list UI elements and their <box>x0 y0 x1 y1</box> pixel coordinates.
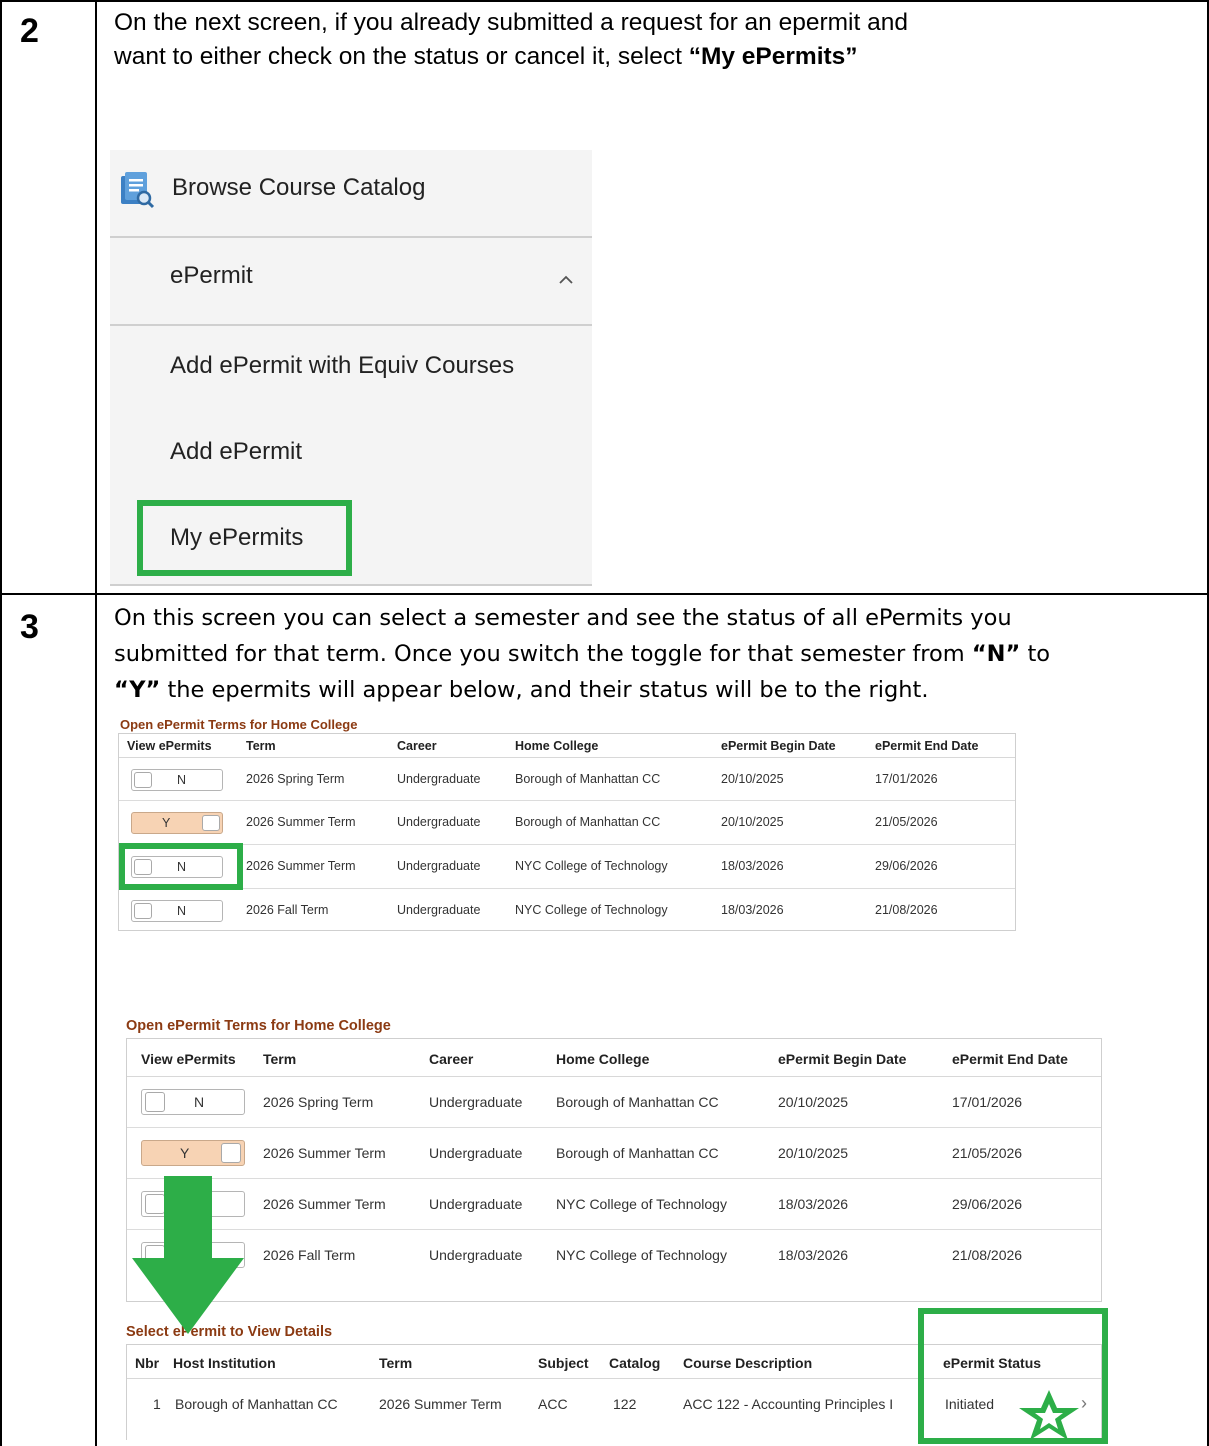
col-subject: Subject <box>538 1355 589 1371</box>
col-home-college: Home College <box>515 739 599 753</box>
col-catalog: Catalog <box>609 1355 661 1371</box>
add-epermit-link[interactable]: Add ePermit <box>170 438 302 466</box>
view-epermits-toggle[interactable]: Y <box>131 812 223 834</box>
col-term: Term <box>379 1355 413 1371</box>
toggle-knob <box>221 1143 241 1163</box>
epermit-section-header[interactable]: ePermit <box>170 262 253 290</box>
my-epermits-emphasis: “My ePermits” <box>688 43 858 70</box>
step-number: 2 <box>20 12 39 50</box>
step-3-line-2: submitted for that term. Once you switch… <box>114 641 1051 667</box>
col-nbr: Nbr <box>135 1355 160 1371</box>
table-row[interactable]: 2026 Summer Term Undergraduate NYC Colle… <box>127 1179 1101 1230</box>
terms-table-title: Open ePermit Terms for Home College <box>120 717 358 732</box>
col-career: Career <box>397 739 437 753</box>
col-course-description: Course Description <box>683 1355 813 1371</box>
step-3-instructions: On this screen you can select a semester… <box>114 600 1204 708</box>
table-row[interactable]: N 2026 Spring Term Undergraduate Borough… <box>119 758 1015 801</box>
view-epermits-toggle[interactable]: N <box>131 900 223 922</box>
terms-table-title: Open ePermit Terms for Home College <box>126 1018 391 1034</box>
table-row[interactable]: Y 2026 Summer Term Undergraduate Borough… <box>119 801 1015 845</box>
down-arrow-icon <box>132 1176 244 1334</box>
view-epermits-toggle[interactable]: Y <box>141 1140 245 1166</box>
terms-table-screenshot-a: Open ePermit Terms for Home College View… <box>118 717 1018 932</box>
star-icon <box>1019 1390 1079 1440</box>
col-term: Term <box>263 1051 297 1067</box>
table-row[interactable]: Y 2026 Summer Term Undergraduate Borough… <box>127 1128 1101 1179</box>
view-epermits-toggle[interactable]: N <box>131 769 223 791</box>
table-border-left <box>0 0 2 1446</box>
toggle-knob <box>145 1092 165 1112</box>
column-divider <box>95 0 97 1446</box>
col-view-epermits: View ePermits <box>141 1051 236 1067</box>
browse-course-catalog-link[interactable]: Browse Course Catalog <box>172 174 425 202</box>
step-2-instructions: On the next screen, if you already submi… <box>114 6 1194 74</box>
table-row[interactable]: 2026 Fall Term Undergraduate NYC College… <box>127 1230 1101 1281</box>
terms-table: View ePermits Term Career Home College e… <box>126 1038 1102 1302</box>
terms-table-header: View ePermits Term Career Home College e… <box>127 1039 1101 1077</box>
toggle-knob <box>134 903 152 919</box>
table-row[interactable]: N 2026 Spring Term Undergraduate Borough… <box>127 1077 1101 1128</box>
terms-table: View ePermits Term Career Home College e… <box>118 733 1016 931</box>
col-home-college: Home College <box>556 1051 650 1067</box>
catalog-icon <box>121 172 155 209</box>
step-2-line-2: want to either check on the status or ca… <box>114 43 858 70</box>
view-epermits-toggle[interactable]: N <box>141 1089 245 1115</box>
col-begin-date: ePermit Begin Date <box>778 1051 907 1067</box>
terms-table-header: View ePermits Term Career Home College e… <box>119 734 1015 758</box>
step-number: 3 <box>20 608 39 646</box>
nav-divider <box>110 584 592 586</box>
table-row[interactable]: N 2026 Fall Term Undergraduate NYC Colle… <box>119 889 1015 931</box>
row-divider <box>0 593 1209 595</box>
col-begin-date: ePermit Begin Date <box>721 739 836 753</box>
col-host-institution: Host Institution <box>173 1355 276 1371</box>
my-epermits-highlight <box>137 500 352 576</box>
toggle-knob <box>202 815 220 831</box>
step-2-line-1: On the next screen, if you already submi… <box>114 9 908 36</box>
step-3-line-1: On this screen you can select a semester… <box>114 605 1012 631</box>
table-border-top <box>0 0 1209 2</box>
toggle-y-highlight <box>119 843 243 890</box>
nav-divider <box>110 324 592 326</box>
col-career: Career <box>429 1051 474 1067</box>
add-epermit-equiv-link[interactable]: Add ePermit with Equiv Courses <box>170 352 514 380</box>
col-term: Term <box>246 739 276 753</box>
nav-divider <box>110 236 592 238</box>
toggle-knob <box>134 772 152 788</box>
chevron-up-icon[interactable] <box>558 272 574 288</box>
step-3-line-3: “Y” the epermits will appear below, and … <box>114 677 929 703</box>
col-end-date: ePermit End Date <box>875 739 979 753</box>
col-end-date: ePermit End Date <box>952 1051 1068 1067</box>
table-row[interactable]: N 2026 Summer Term Undergraduate NYC Col… <box>119 845 1015 889</box>
col-view-epermits: View ePermits <box>127 739 212 753</box>
